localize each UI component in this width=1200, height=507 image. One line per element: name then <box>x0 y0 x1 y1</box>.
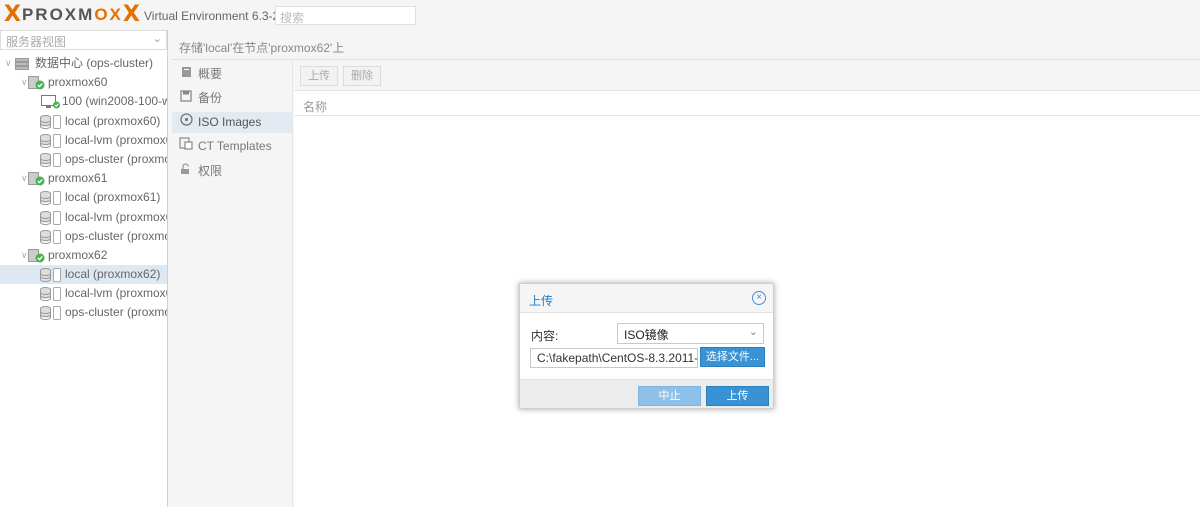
tree-node-label: local-lvm (proxmox60 <box>65 132 167 147</box>
tree-node-datacenter[interactable]: ∨ 数据中心 (ops-cluster) <box>0 54 167 73</box>
tree-node-storage[interactable]: local (proxmox61) <box>0 188 167 207</box>
tree-node-node[interactable]: ∨ proxmox62 <box>0 246 167 265</box>
tree-node-vm[interactable]: 100 (win2008-100-wa <box>0 92 167 111</box>
logo-text-a: PROXM <box>21 5 95 24</box>
resource-tree: ∨ 数据中心 (ops-cluster) ∨ proxmox60 100 (win200… <box>0 54 167 323</box>
resource-tree-panel: 服务器视图 ⌄ ∨ 数据中心 (ops-cluster) ∨ proxmox60 100… <box>0 30 168 507</box>
tree-node-label: proxmox62 <box>48 247 108 262</box>
storage-icon <box>40 210 62 227</box>
dialog-title: 上传 <box>529 294 554 308</box>
dialog-upload-button[interactable]: 上传 <box>706 386 769 406</box>
breadcrumb: 存储'local'在节点'proxmox62'上 <box>172 30 1200 60</box>
search-input[interactable]: 搜索 <box>275 6 416 25</box>
dialog-header: 上传 × <box>520 284 773 313</box>
storage-subnav: 概要 备份 ISO Images CT Templates 权限 <box>172 61 293 507</box>
view-selector-value: 服务器视图 <box>6 35 67 49</box>
tree-node-label: local-lvm (proxmox61 <box>65 209 167 224</box>
toolbar: 上传 删除 <box>294 61 1200 91</box>
close-icon[interactable]: × <box>752 291 766 305</box>
expand-toggle-icon[interactable]: ∨ <box>21 246 28 265</box>
nav-item-backup[interactable]: 备份 <box>172 88 293 109</box>
logo-x-mark-end: X <box>122 2 140 27</box>
tree-node-storage[interactable]: local-lvm (proxmox62 <box>0 284 167 303</box>
tree-node-label: 100 (win2008-100-wa <box>62 94 167 109</box>
storage-icon <box>40 229 62 246</box>
expand-toggle-icon[interactable]: ∨ <box>5 54 12 73</box>
nav-item-label: ISO Images <box>198 115 262 129</box>
tree-node-label: proxmox60 <box>48 75 108 90</box>
tree-node-label: ops-cluster (proxmox <box>65 228 167 243</box>
content-select[interactable]: ISO镜像 ⌄ <box>617 323 764 344</box>
tree-node-node[interactable]: ∨ proxmox60 <box>0 73 167 92</box>
top-bar: X PROXMOX X Virtual Environment 6.3-2 搜索 <box>0 0 1200 30</box>
logo-text-b: OX <box>94 5 123 24</box>
tree-node-label: local-lvm (proxmox62 <box>65 286 167 301</box>
nav-item-permissions[interactable]: 权限 <box>172 161 293 182</box>
nav-item-ct-templates[interactable]: CT Templates <box>172 136 293 157</box>
tree-node-label: local (proxmox61) <box>65 190 161 205</box>
upload-button[interactable]: 上传 <box>300 66 338 86</box>
tree-node-storage[interactable]: ops-cluster (proxmox <box>0 303 167 322</box>
logo-x-mark: X <box>4 2 21 27</box>
datacenter-icon <box>15 57 29 73</box>
expand-toggle-icon[interactable]: ∨ <box>21 169 28 188</box>
nav-item-iso-images[interactable]: ISO Images <box>172 112 293 133</box>
template-icon <box>179 136 193 157</box>
node-online-icon <box>28 172 46 188</box>
storage-icon <box>40 191 62 207</box>
tree-node-label: local (proxmox60) <box>65 113 161 128</box>
tree-node-storage[interactable]: ops-cluster (proxmox <box>0 150 167 169</box>
storage-icon <box>40 114 62 131</box>
storage-icon <box>40 152 62 169</box>
nav-item-summary[interactable]: 概要 <box>172 64 293 85</box>
storage-icon <box>40 133 62 150</box>
disc-icon <box>179 112 193 133</box>
tree-node-label: 数据中心 (ops-cluster) <box>35 56 154 70</box>
nav-item-label: 备份 <box>198 91 223 105</box>
unlock-icon <box>179 161 193 182</box>
content-label: 内容: <box>531 329 559 343</box>
node-online-icon <box>28 76 46 92</box>
node-online-icon <box>28 248 46 265</box>
tree-node-label: ops-cluster (proxmox <box>65 305 167 320</box>
tree-node-storage[interactable]: ops-cluster (proxmox <box>0 227 167 246</box>
vm-monitor-icon <box>41 95 61 111</box>
tree-node-label: proxmox61 <box>48 171 108 186</box>
floppy-icon <box>179 88 193 109</box>
delete-button[interactable]: 删除 <box>343 66 381 86</box>
nav-item-label: 概要 <box>198 67 223 81</box>
choose-file-button[interactable]: 选择文件... <box>700 347 765 367</box>
tree-node-storage[interactable]: local (proxmox62) <box>0 265 167 285</box>
tree-node-storage[interactable]: local-lvm (proxmox61 <box>0 208 167 227</box>
chevron-down-icon: ⌄ <box>748 326 758 338</box>
expand-toggle-icon[interactable]: ∨ <box>21 73 28 92</box>
nav-item-label: 权限 <box>198 164 223 178</box>
nav-item-label: CT Templates <box>198 139 272 153</box>
tree-node-node[interactable]: ∨ proxmox61 <box>0 169 167 188</box>
book-icon <box>179 64 193 85</box>
version-label: Virtual Environment 6.3-2 <box>144 9 280 23</box>
abort-button[interactable]: 中止 <box>638 386 701 406</box>
upload-dialog: 上传 × 内容: ISO镜像 ⌄ C:\fakepath\CentOS-8.3.… <box>519 283 774 409</box>
proxmox-logo: X PROXMOX X <box>4 2 140 27</box>
tree-node-label: local (proxmox62) <box>65 267 161 282</box>
dialog-footer: 中止 上传 <box>520 379 773 408</box>
tree-node-storage[interactable]: local (proxmox60) <box>0 112 167 131</box>
storage-icon <box>40 306 62 322</box>
tree-node-storage[interactable]: local-lvm (proxmox60 <box>0 131 167 150</box>
storage-icon <box>40 268 62 284</box>
view-selector[interactable]: 服务器视图 ⌄ <box>0 30 167 50</box>
column-header-name[interactable]: 名称 <box>294 92 1200 116</box>
tree-node-label: ops-cluster (proxmox <box>65 151 167 166</box>
file-path-field[interactable]: C:\fakepath\CentOS-8.3.2011-x8 <box>530 348 698 368</box>
storage-icon <box>40 287 62 303</box>
chevron-down-icon: ⌄ <box>152 33 162 45</box>
content-select-value: ISO镜像 <box>624 328 669 342</box>
